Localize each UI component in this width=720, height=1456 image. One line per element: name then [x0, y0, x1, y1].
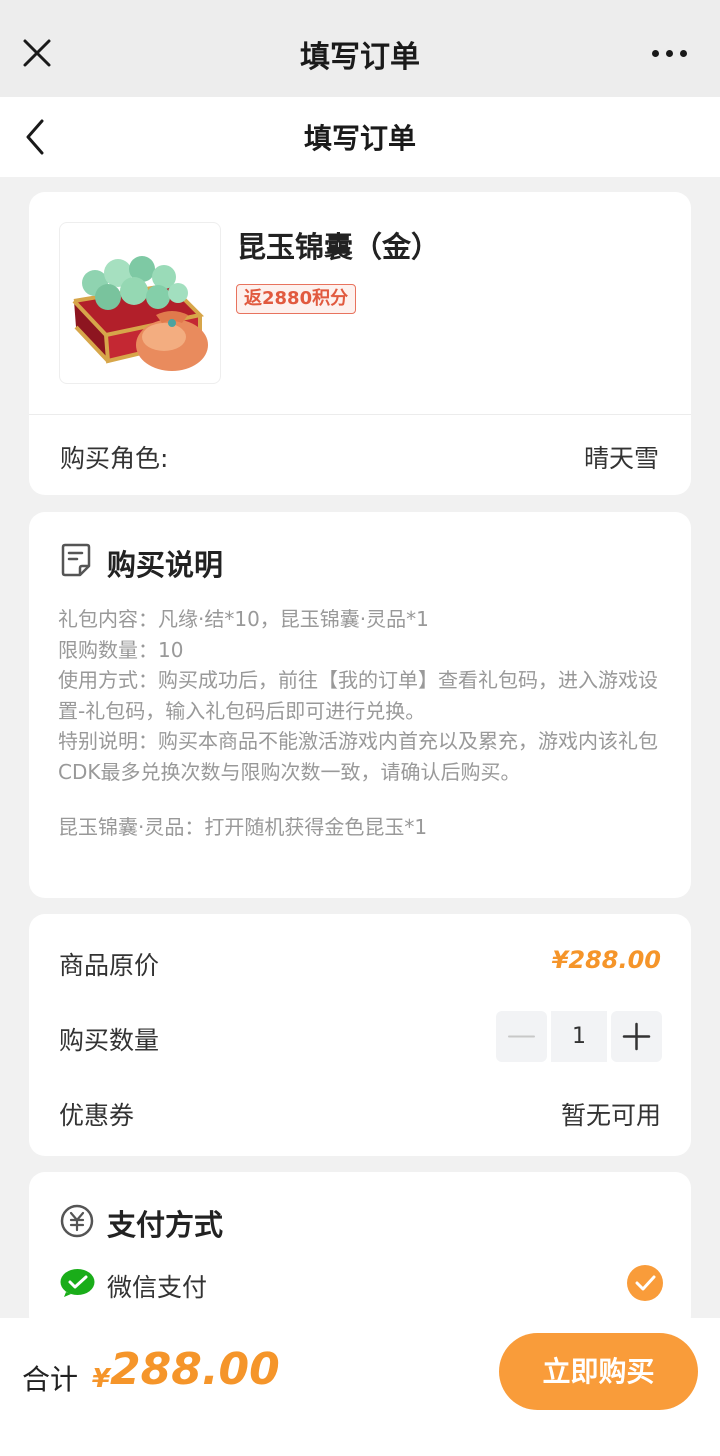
instructions-extra: 昆玉锦囊·灵品：打开随机获得金色昆玉*1: [58, 815, 428, 839]
quantity-value[interactable]: 1: [551, 1011, 607, 1062]
document-icon: [61, 543, 91, 577]
product-name: 昆玉锦囊（金）: [237, 230, 441, 264]
total-currency: ¥: [92, 1364, 111, 1394]
increase-button[interactable]: [611, 1011, 662, 1062]
instructions-line: 使用方式：购买成功后，前往【我的订单】查看礼包码，进入游戏设置-礼包码，输入礼包…: [58, 668, 658, 723]
instructions-title: 购买说明: [107, 548, 224, 582]
more-icon[interactable]: [652, 50, 688, 58]
instructions-line: 礼包内容：凡缘·结*10，昆玉锦囊·灵品*1: [58, 607, 429, 631]
wechat-title: 填写订单: [300, 40, 420, 75]
check-icon[interactable]: [627, 1265, 663, 1301]
yuan-icon: [60, 1204, 94, 1238]
checkout-bar: 合计 ¥ 288.00 立即购买: [0, 1318, 720, 1456]
wechat-pay-label[interactable]: 微信支付: [107, 1268, 207, 1304]
plus-icon: [622, 1022, 651, 1051]
page-nav: 填写订单: [0, 97, 720, 177]
buy-now-button[interactable]: 立即购买: [499, 1333, 698, 1410]
divider: [29, 414, 691, 415]
total-label: 合计: [22, 1363, 79, 1396]
payment-title: 支付方式: [107, 1208, 224, 1242]
quantity-label: 购买数量: [59, 1026, 160, 1055]
role-value[interactable]: 晴天雪: [584, 439, 659, 475]
quantity-stepper: 1: [496, 1011, 662, 1062]
price-value: ¥288.00: [551, 946, 661, 974]
coupon-value[interactable]: 暂无可用: [561, 1096, 661, 1132]
product-card: 昆玉锦囊（金） 返2880积分 购买角色: 晴天雪: [29, 192, 691, 495]
wechat-title-bar: 填写订单: [0, 0, 720, 97]
product-image: [59, 222, 221, 384]
payment-card: 支付方式 微信支付: [29, 1172, 691, 1332]
points-badge: 返2880积分: [236, 284, 357, 314]
order-summary-card: 商品原价 ¥288.00 购买数量 1 优惠券 暂无可用: [29, 914, 691, 1156]
page-title: 填写订单: [303, 122, 416, 155]
instructions-card: 购买说明 礼包内容：凡缘·结*10，昆玉锦囊·灵品*1 限购数量：10 使用方式…: [29, 512, 691, 898]
total-value: 288.00: [110, 1344, 280, 1395]
minus-icon: [508, 1035, 535, 1038]
instructions-line: 限购数量：10: [58, 637, 184, 662]
decrease-button[interactable]: [496, 1011, 547, 1062]
coupon-label: 优惠券: [59, 1101, 135, 1130]
instructions-line: 特别说明：购买本商品不能激活游戏内首充以及累充，游戏内该礼包CDK最多兑换次数与…: [58, 729, 658, 784]
wechat-pay-icon: [60, 1269, 95, 1297]
role-label: 购买角色:: [60, 444, 169, 473]
instructions-body: 礼包内容：凡缘·结*10，昆玉锦囊·灵品*1 限购数量：10 使用方式：购买成功…: [58, 604, 668, 843]
price-label: 商品原价: [59, 951, 160, 980]
